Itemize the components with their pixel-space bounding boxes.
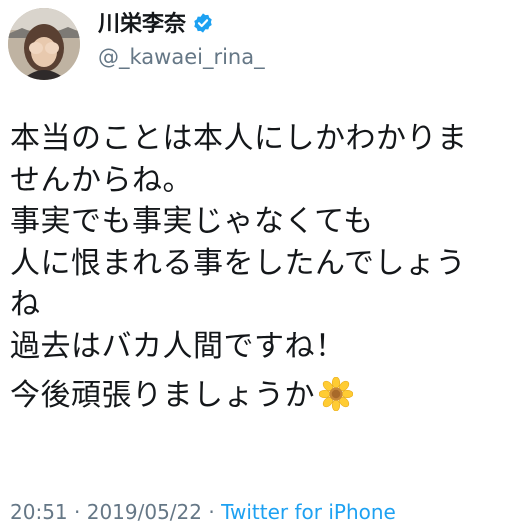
tweet-line: 今後頑張りましょうか [10,378,315,413]
meta-separator: · [202,500,222,524]
avatar[interactable] [8,8,80,80]
tweet-line: ね [10,287,41,322]
tweet-line: 人に恨まれる事をしたんでしょう [10,245,466,281]
tweet-line: 事実でも事実じゃなくても [10,204,374,239]
sunflower-icon [319,377,353,411]
tweet-line: 過去はバカ人間ですね！ [10,328,346,364]
tweet-text: 本当のことは本人にしかわかりま せんからね。 事実でも事実じゃなくても 人に恨ま… [10,118,525,417]
tweet-card: 川栄李奈 @_kawaei_rina_ 本当のことは本人にしかわかりま せんから… [0,0,530,530]
tweet-date[interactable]: 2019/05/22 [87,500,202,524]
tweet-meta: 20:51 · 2019/05/22 · Twitter for iPhone [10,500,396,524]
tweet-line: せんからね。 [10,162,193,198]
meta-separator: · [67,500,87,524]
tweet-line: 本当のことは本人にしかわかりま [10,121,468,156]
tweet-time[interactable]: 20:51 [10,500,68,524]
display-name-text: 川栄李奈 [98,12,187,37]
verified-badge-icon [194,13,212,33]
tweet-line-last: 今後頑張りましょうか [10,375,525,417]
avatar-image [8,8,80,80]
display-name[interactable]: 川栄李奈 [98,12,214,38]
tweet-source-link[interactable]: Twitter for iPhone [221,500,396,524]
user-handle[interactable]: @_kawaei_rina_ [98,45,265,69]
